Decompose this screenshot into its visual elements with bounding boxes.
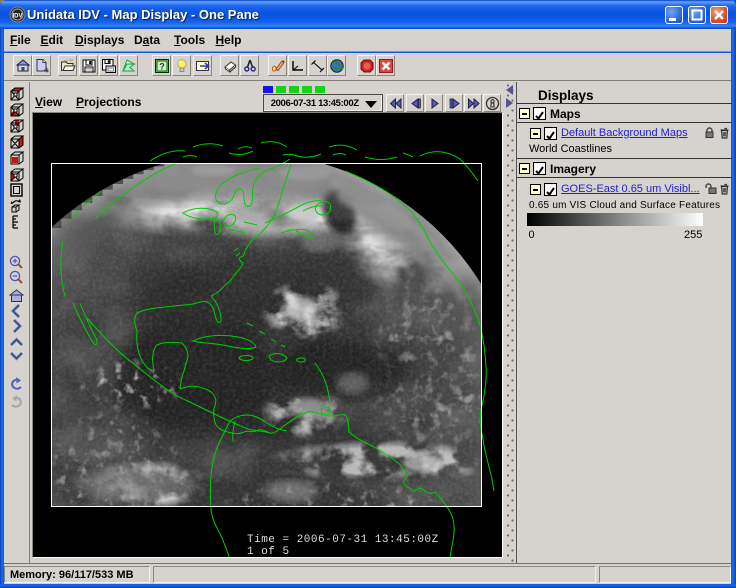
- svg-text:1 of 5: 1 of 5: [247, 546, 290, 558]
- svg-text:IDV: IDV: [12, 14, 22, 20]
- svg-text:Time = 2006-07-31 13:45:00Z: Time = 2006-07-31 13:45:00Z: [247, 534, 439, 546]
- svg-text:?: ?: [159, 62, 165, 72]
